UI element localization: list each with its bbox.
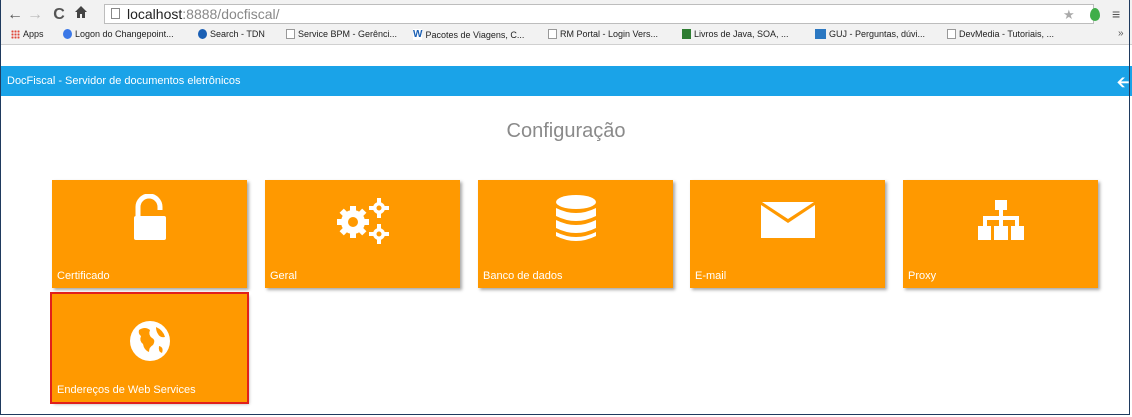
window-frame	[0, 0, 1130, 415]
